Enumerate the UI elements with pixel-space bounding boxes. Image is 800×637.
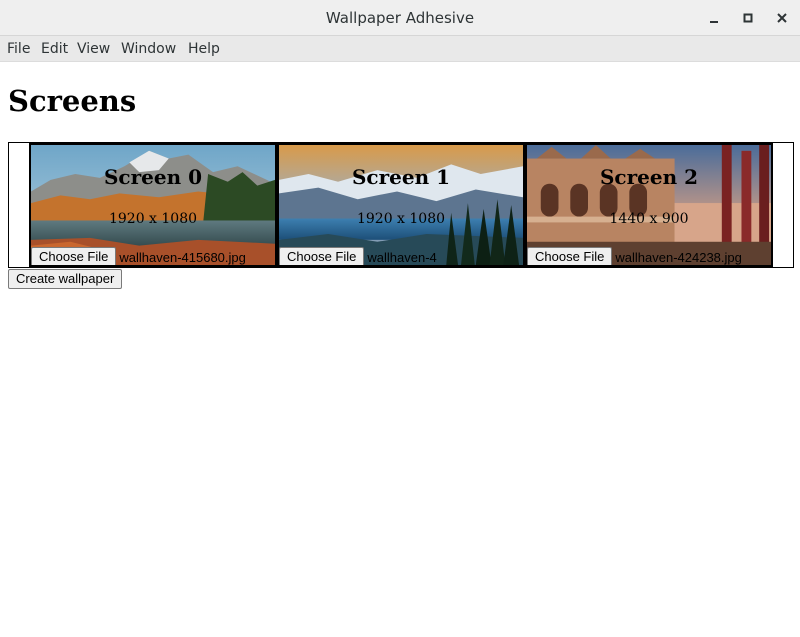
- window-titlebar[interactable]: Wallpaper Adhesive: [0, 0, 800, 36]
- screen-2-choose-file-button[interactable]: Choose File: [527, 247, 613, 265]
- menu-help[interactable]: Help: [188, 36, 220, 62]
- page-title: Screens: [8, 84, 137, 118]
- screen-0-file-name: wallhaven-415680.jpg: [119, 249, 246, 265]
- screen-2-title: Screen 2: [599, 165, 699, 189]
- screen-1-file-name: wallhaven-4: [367, 249, 437, 265]
- window-title: Wallpaper Adhesive: [325, 9, 475, 27]
- screen-2-file-name: wallhaven-424238.jpg: [615, 249, 742, 265]
- screen-2-resolution: 1440 x 900: [609, 211, 689, 227]
- minimize-icon[interactable]: [704, 8, 724, 28]
- screen-1-file-picker: Choose File wallhaven-4: [279, 247, 437, 265]
- screen-0-file-picker: Choose File wallhaven-415680.jpg: [31, 247, 246, 265]
- menu-window[interactable]: Window: [121, 36, 176, 62]
- main-content: Screens Screen 0 1920 x 1080 Choose File…: [0, 62, 800, 637]
- menu-file[interactable]: File: [7, 36, 30, 62]
- screen-2-file-picker: Choose File wallhaven-424238.jpg: [527, 247, 742, 265]
- screen-0-title: Screen 0: [103, 165, 203, 189]
- menu-bar: File Edit View Window Help: [0, 36, 800, 62]
- screen-1-choose-file-button[interactable]: Choose File: [279, 247, 365, 265]
- screen-0-resolution: 1920 x 1080: [108, 211, 198, 227]
- screen-panel-2: Screen 2 1440 x 900 Choose File wallhave…: [525, 143, 773, 267]
- create-wallpaper-button[interactable]: Create wallpaper: [8, 269, 123, 289]
- screen-1-title: Screen 1: [351, 165, 451, 189]
- screen-panel-1: Screen 1 1920 x 1080 Choose File wallhav…: [277, 143, 525, 267]
- maximize-icon[interactable]: [738, 8, 758, 28]
- screen-0-choose-file-button[interactable]: Choose File: [31, 247, 117, 265]
- menu-view[interactable]: View: [77, 36, 110, 62]
- screen-1-resolution: 1920 x 1080: [356, 211, 446, 227]
- close-icon[interactable]: [772, 8, 792, 28]
- menu-edit[interactable]: Edit: [41, 36, 68, 62]
- screens-container: Screen 0 1920 x 1080 Choose File wallhav…: [8, 142, 794, 268]
- screen-panel-0: Screen 0 1920 x 1080 Choose File wallhav…: [29, 143, 277, 267]
